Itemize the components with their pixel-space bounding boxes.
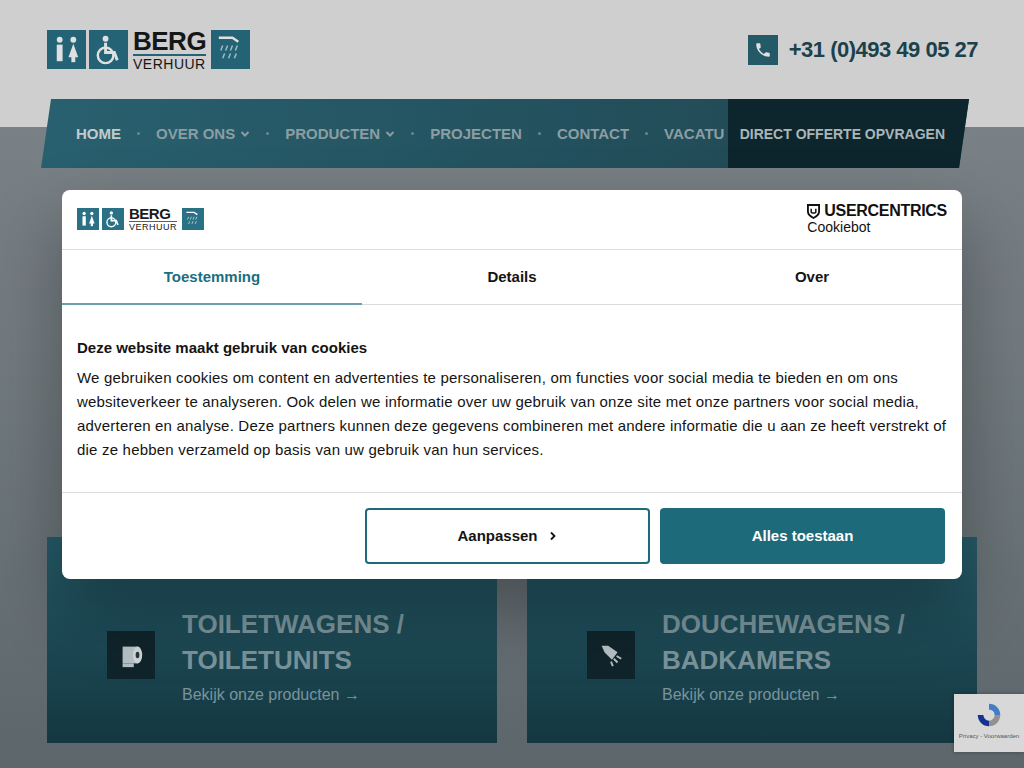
page: BERGVERHUUR+31 (0)493 49 05 27HOME OVER … (0, 0, 1024, 768)
dialog-tabs: ToestemmingDetailsOver (62, 250, 962, 305)
dialog-text: We gebruiken cookies om content en adver… (77, 366, 947, 462)
dialog-tab[interactable]: Over (662, 250, 962, 305)
dialog-logo: BERGVERHUUR (77, 206, 204, 232)
shower-icon (182, 208, 204, 230)
cookiebot-brand[interactable]: USERCENTRICSCookiebot (807, 203, 947, 234)
cookie-overlay: BERGVERHUUR USERCENTRICSCookiebot Toestemm… (0, 0, 1024, 768)
allow-all-button[interactable]: Alles toestaan (660, 508, 945, 564)
customize-button[interactable]: Aanpassen (365, 508, 650, 564)
wheelchair-icon (102, 208, 124, 230)
dialog-tab[interactable]: Details (362, 250, 662, 305)
chevron-right-icon (548, 531, 558, 541)
restroom-icon (77, 208, 99, 230)
shield-icon (807, 204, 820, 219)
dialog-title: Deze website maakt gebruik van cookies (77, 339, 947, 356)
dialog-tab[interactable]: Toestemming (62, 250, 362, 305)
cookie-dialog: BERGVERHUUR USERCENTRICSCookiebot Toestemm… (62, 190, 962, 579)
